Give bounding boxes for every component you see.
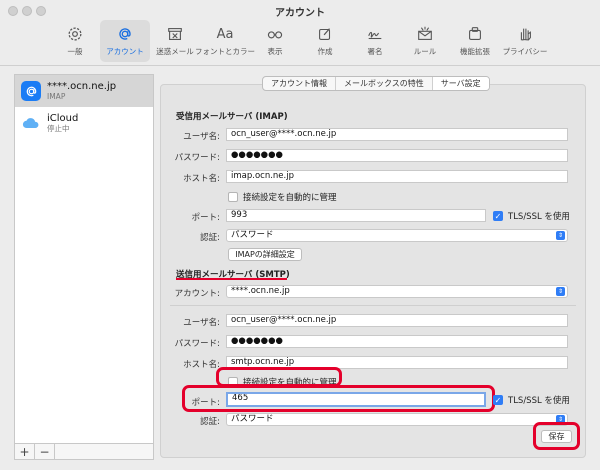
tab-fonts-colors[interactable]: Aa フォントとカラー xyxy=(195,20,255,62)
checkbox-label: 接続設定を自動的に管理 xyxy=(243,193,337,203)
tab-general[interactable]: 一般 xyxy=(50,20,100,62)
outgoing-port-input[interactable]: 465 xyxy=(226,392,486,407)
toolbar-label: 機能拡張 xyxy=(460,47,490,56)
incoming-tls-checkbox[interactable]: ✓ TLS/SSL を使用 xyxy=(493,210,570,222)
account-list-controls: + − xyxy=(15,443,153,459)
glasses-icon xyxy=(264,24,286,44)
tab-composing[interactable]: 作成 xyxy=(300,20,350,62)
tab-extensions[interactable]: 機能拡張 xyxy=(450,20,500,62)
outgoing-auth-select[interactable]: パスワード ⇕ xyxy=(226,413,568,426)
outgoing-host-label: ホスト名: xyxy=(183,360,220,370)
tab-rules[interactable]: ルール xyxy=(400,20,450,62)
divider xyxy=(170,305,576,306)
incoming-password-label: パスワード: xyxy=(174,153,220,163)
checkbox[interactable] xyxy=(228,192,238,202)
outgoing-username-label: ユーザ名: xyxy=(183,318,220,328)
outgoing-auto-manage-checkbox[interactable]: 接続設定を自動的に管理 xyxy=(228,376,337,388)
toolbar-label: アカウント xyxy=(106,47,144,56)
outgoing-tls-checkbox[interactable]: ✓ TLS/SSL を使用 xyxy=(493,394,570,406)
at-sign-icon xyxy=(114,24,136,44)
chevron-updown-icon: ⇕ xyxy=(556,415,565,424)
window-title: アカウント xyxy=(275,8,325,19)
tab-view[interactable]: 表示 xyxy=(250,20,300,62)
outgoing-password-label: パスワード: xyxy=(174,339,220,349)
toolbar-label: 表示 xyxy=(267,47,283,56)
toolbar-label: 作成 xyxy=(317,47,333,56)
cloud-icon xyxy=(21,113,41,133)
toolbar-label: フォントとカラー xyxy=(195,47,255,56)
account-name: iCloud xyxy=(47,112,79,124)
chevron-updown-icon: ⇕ xyxy=(556,231,565,240)
checkbox-label: 接続設定を自動的に管理 xyxy=(243,378,337,388)
tab-accounts[interactable]: アカウント xyxy=(100,20,150,62)
extensions-icon xyxy=(464,24,486,44)
add-account-button[interactable]: + xyxy=(15,444,35,459)
account-type: IMAP xyxy=(47,91,66,101)
settings-tabs: アカウント情報 メールボックスの特性 サーバ設定 xyxy=(262,76,490,91)
incoming-port-label: ポート: xyxy=(191,213,220,223)
tab-account-info[interactable]: アカウント情報 xyxy=(263,77,336,90)
font-icon: Aa xyxy=(216,26,234,42)
outgoing-host-input[interactable]: smtp.ocn.ne.jp xyxy=(226,356,568,369)
select-value: ****.ocn.ne.jp xyxy=(231,286,290,296)
tab-junk-mail[interactable]: 迷惑メール xyxy=(150,20,200,62)
toolbar-label: 一般 xyxy=(67,47,83,56)
account-item-icloud[interactable]: iCloud 停止中 xyxy=(15,107,153,139)
tab-signatures[interactable]: 署名 xyxy=(350,20,400,62)
checkmark-icon[interactable]: ✓ xyxy=(493,395,503,405)
incoming-port-input[interactable]: 993 xyxy=(226,209,486,222)
gear-icon xyxy=(64,24,86,44)
toolbar-label: 迷惑メール xyxy=(156,47,194,56)
toolbar-label: 署名 xyxy=(367,47,383,56)
checkbox-label: TLS/SSL を使用 xyxy=(508,396,570,406)
select-value: パスワード xyxy=(231,230,274,240)
remove-account-button[interactable]: − xyxy=(35,444,55,459)
toolbar-label: ルール xyxy=(413,47,437,56)
select-value: パスワード xyxy=(231,414,274,424)
preferences-toolbar: 一般 アカウント 迷惑メール Aa フォントとカラー 表示 作成 署名 ルール … xyxy=(50,20,550,64)
account-status: 停止中 xyxy=(47,123,70,133)
outgoing-auth-label: 認証: xyxy=(200,417,220,427)
tab-server-settings[interactable]: サーバ設定 xyxy=(432,77,489,90)
incoming-auto-manage-checkbox[interactable]: 接続設定を自動的に管理 xyxy=(228,191,337,203)
junk-mail-icon xyxy=(164,24,186,44)
incoming-username-input[interactable]: ocn_user@****.ocn.ne.jp xyxy=(226,128,568,141)
outgoing-port-label: ポート: xyxy=(191,398,220,408)
tab-privacy[interactable]: プライバシー xyxy=(500,20,550,62)
privacy-hand-icon xyxy=(514,24,536,44)
account-item-ocn[interactable]: ****.ocn.ne.jp IMAP xyxy=(15,75,153,107)
checkbox-label: TLS/SSL を使用 xyxy=(508,212,570,222)
chevron-updown-icon: ⇕ xyxy=(556,287,565,296)
rules-icon xyxy=(414,24,436,44)
checkmark-icon[interactable]: ✓ xyxy=(493,211,503,221)
window-titlebar: アカウント 一般 アカウント 迷惑メール Aa フォントとカラー 表示 作成 署… xyxy=(0,0,600,66)
toolbar-label: プライバシー xyxy=(502,47,548,56)
tab-mailbox-behaviors[interactable]: メールボックスの特性 xyxy=(336,77,433,90)
incoming-section-title: 受信用メールサーバ (IMAP) xyxy=(176,112,288,122)
outgoing-account-label: アカウント: xyxy=(174,289,220,299)
incoming-auth-label: 認証: xyxy=(200,233,220,243)
highlight-underline xyxy=(176,278,287,280)
outgoing-account-select[interactable]: ****.ocn.ne.jp ⇕ xyxy=(226,285,568,298)
save-button[interactable]: 保存 xyxy=(541,430,572,443)
incoming-password-input[interactable]: ●●●●●●● xyxy=(226,149,568,162)
incoming-username-label: ユーザ名: xyxy=(183,132,220,142)
outgoing-username-input[interactable]: ocn_user@****.ocn.ne.jp xyxy=(226,314,568,327)
imap-advanced-button[interactable]: IMAPの詳細設定 xyxy=(228,248,302,261)
incoming-auth-select[interactable]: パスワード ⇕ xyxy=(226,229,568,242)
incoming-host-label: ホスト名: xyxy=(183,174,220,184)
compose-icon xyxy=(314,24,336,44)
outgoing-password-input[interactable]: ●●●●●●● xyxy=(226,335,568,348)
account-name: ****.ocn.ne.jp xyxy=(47,80,117,92)
incoming-host-input[interactable]: imap.ocn.ne.jp xyxy=(226,170,568,183)
signature-icon xyxy=(364,24,386,44)
at-sign-icon xyxy=(21,81,41,101)
checkbox[interactable] xyxy=(228,377,238,387)
